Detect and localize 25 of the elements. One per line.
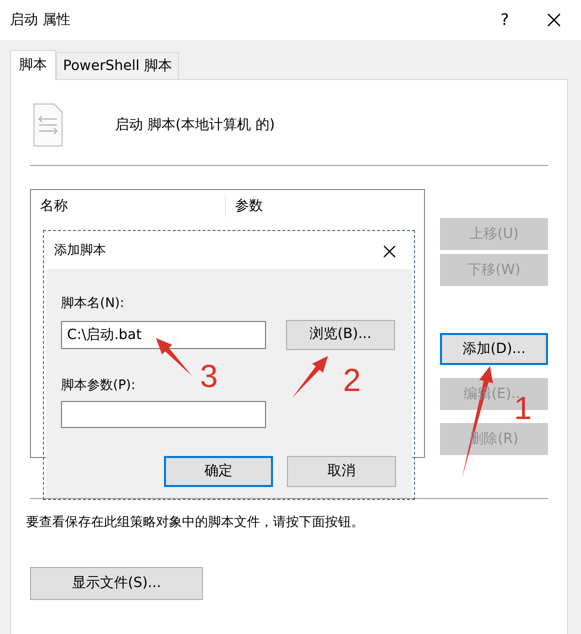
field-label: 脚本参数(P):	[61, 376, 136, 394]
show-files-button[interactable]: 显示文件(S)...	[30, 566, 203, 600]
script-file-icon	[32, 103, 64, 147]
close-icon[interactable]	[547, 13, 561, 27]
column-header[interactable]: 名称	[31, 196, 226, 216]
dialog-button[interactable]: 取消	[287, 456, 396, 487]
close-icon[interactable]	[383, 244, 396, 258]
column-header[interactable]: 参数	[226, 196, 263, 216]
hint-text: 要查看保存在此组策略对象中的脚本文件，请按下面按钮。	[26, 514, 365, 532]
help-button[interactable]: ?	[500, 8, 509, 32]
step-number: 3	[200, 360, 218, 392]
field-label: 脚本名(N):	[61, 295, 124, 313]
arrow-icon	[156, 338, 192, 376]
browse-button[interactable]: 浏览(B)...	[286, 320, 395, 350]
window-title: 启动 属性	[10, 10, 70, 30]
tab[interactable]: PowerShell 脚本	[56, 52, 179, 80]
dialog-button[interactable]: 确定	[164, 456, 273, 487]
header-text: 启动 脚本(本地计算机 的)	[115, 116, 275, 134]
arrow-icon	[292, 356, 328, 398]
step-number: 2	[343, 364, 361, 396]
script-name-field[interactable]: C:\启动.bat	[61, 320, 266, 348]
dialog-title: 添加脚本	[54, 242, 106, 260]
tab[interactable]: 脚本	[10, 50, 56, 80]
dialog-button[interactable]: 添加(D)...	[440, 333, 548, 365]
script-params-field[interactable]	[61, 401, 266, 428]
